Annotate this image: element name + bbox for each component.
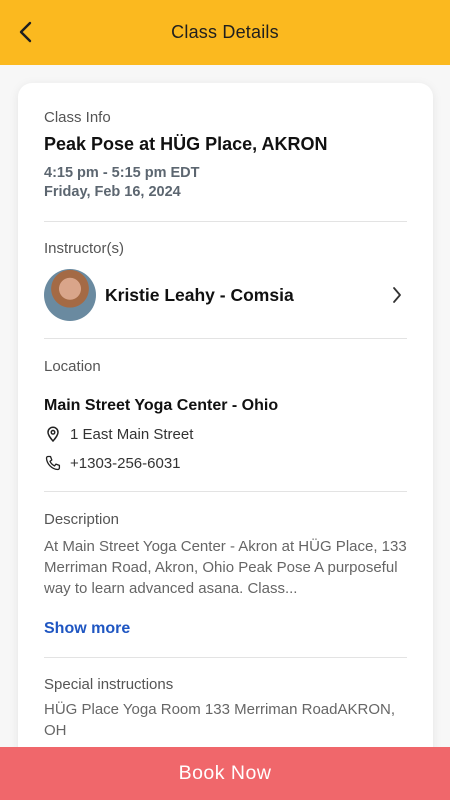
phone-row[interactable]: +1303-256-6031: [44, 454, 407, 472]
instructor-row[interactable]: Kristie Leahy - Comsia: [44, 269, 407, 321]
class-name: Peak Pose at HÜG Place, AKRON: [44, 134, 328, 154]
book-now-button[interactable]: Book Now: [0, 747, 450, 800]
chevron-right-icon: [387, 285, 407, 305]
address-text: 1 East Main Street: [70, 425, 194, 443]
special-instructions-text: HÜG Place Yoga Room 133 Merriman RoadAKR…: [44, 701, 395, 739]
special-instructions-label: Special instructions: [44, 676, 174, 693]
location-label: Location: [44, 358, 101, 375]
map-pin-icon: [44, 425, 62, 443]
phone-icon: [44, 454, 62, 472]
special-instructions-section: Special instructions HÜG Place Yoga Room…: [44, 676, 407, 741]
instructor-name: Kristie Leahy - Comsia: [105, 284, 294, 305]
divider: [44, 657, 407, 658]
location-name: Main Street Yoga Center - Ohio: [44, 397, 279, 414]
instructor-avatar: [44, 269, 96, 321]
back-button[interactable]: [12, 18, 40, 46]
class-date: Friday, Feb 16, 2024: [44, 184, 181, 200]
instructor-section: Instructor(s) Kristie Leahy - Comsia: [44, 240, 407, 321]
class-info-label: Class Info: [44, 109, 111, 126]
chevron-left-icon: [19, 21, 32, 43]
divider: [44, 338, 407, 339]
show-more-link[interactable]: Show more: [44, 620, 130, 638]
class-details-card: Class Info Peak Pose at HÜG Place, AKRON…: [18, 83, 433, 783]
phone-text: +1303-256-6031: [70, 454, 181, 472]
page-title: Class Details: [171, 22, 279, 42]
location-section: Location Main Street Yoga Center - Ohio …: [44, 358, 407, 472]
divider: [44, 221, 407, 222]
description-label: Description: [44, 511, 120, 528]
description-text: At Main Street Yoga Center - Akron at HÜ…: [44, 538, 407, 597]
divider: [44, 491, 407, 492]
class-time: 4:15 pm - 5:15 pm EDT: [44, 165, 200, 181]
description-section: Description At Main Street Yoga Center -…: [44, 511, 407, 638]
class-info-section: Class Info Peak Pose at HÜG Place, AKRON…: [44, 109, 407, 200]
instructor-label: Instructor(s): [44, 240, 125, 257]
app-header: Class Details: [0, 0, 450, 65]
address-row[interactable]: 1 East Main Street: [44, 425, 407, 443]
